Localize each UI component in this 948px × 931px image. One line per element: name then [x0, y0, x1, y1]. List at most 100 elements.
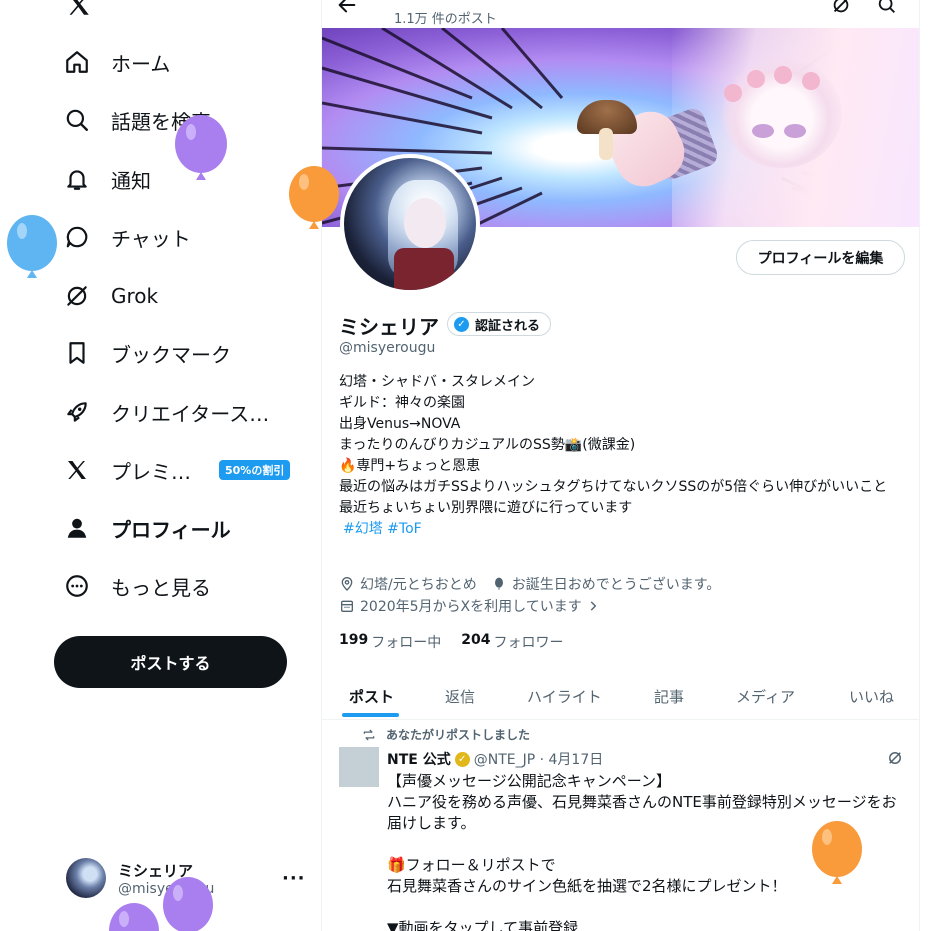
nav-more[interactable]: もっと見る: [62, 566, 211, 606]
verified-badge[interactable]: ✓ 認証される: [447, 312, 552, 336]
grok-icon: [62, 281, 92, 311]
more-circle-icon: [62, 571, 92, 601]
tweet-line: 【声優メッセージ公開記念キャンペーン】: [387, 772, 671, 790]
profile-joined: 2020年5月からXを利用しています: [360, 599, 582, 615]
location-pin-icon: [341, 577, 353, 591]
profile-handle: @misyerougu: [339, 340, 436, 356]
followers-count[interactable]: 204: [461, 632, 490, 652]
gold-verified-icon: ✓: [454, 751, 470, 767]
profile-header-bar: 1.1万 件のポスト: [322, 0, 919, 28]
nav-home[interactable]: ホーム: [62, 42, 170, 82]
repost-icon: [363, 729, 375, 740]
back-arrow-icon[interactable]: [336, 0, 358, 16]
blue-balloon: [7, 215, 57, 278]
grok-analyze-icon[interactable]: [830, 0, 852, 16]
tab-replies[interactable]: 返信: [445, 672, 475, 720]
profile-meta-row: 幻塔/元とちおとめ お誕生日おめでとうございます。: [339, 574, 724, 594]
avatar-face: [404, 198, 446, 248]
profile-tabs: ポスト 返信 ハイライト 記事 メディア いいね: [322, 672, 919, 720]
bio-line: 幻塔・シャドバ・スタレメイン: [339, 374, 535, 390]
mushroom-stem: [599, 128, 613, 160]
chevron-right-icon: [590, 601, 597, 611]
tweet-author-avatar[interactable]: [339, 747, 379, 787]
tweet-header: NTE 公式 ✓ @NTE_JP · 4月17日: [387, 749, 603, 769]
profile-column: 1.1万 件のポスト プロフィールを編集 ミシェリア ✓ 認証される @misy…: [321, 0, 920, 931]
banner-flower: [802, 72, 820, 90]
profile-birthday: お誕生日おめでとうございます。: [511, 577, 721, 593]
nav-notifications[interactable]: 通知: [62, 159, 151, 199]
bio-line: 出身Venus→NOVA: [339, 416, 461, 432]
nav-creator-studio-label: クリエイタース…: [111, 401, 270, 426]
orange-balloon: [812, 821, 862, 884]
nav-profile-label: プロフィール: [111, 517, 231, 542]
tweet-line: ▼動画をタップして事前登録: [387, 919, 579, 931]
rocket-icon: [62, 397, 92, 427]
tab-highlights[interactable]: ハイライト: [527, 672, 602, 720]
home-icon: [62, 47, 92, 77]
following-count[interactable]: 199: [339, 632, 368, 652]
bio-line: まったりのんびりカジュアルのSS勢📸(微課金): [339, 437, 636, 453]
chat-icon: [62, 222, 92, 252]
repost-note-text: あなたがリポストしました: [386, 728, 531, 742]
profile-location: 幻塔/元とちおとめ: [360, 577, 477, 593]
post-button[interactable]: ポストする: [54, 636, 287, 688]
person-icon: [62, 513, 92, 543]
purple-balloon: [109, 903, 159, 931]
x-logo-icon[interactable]: [66, 0, 92, 18]
x-icon: [62, 455, 92, 485]
bookmark-icon: [62, 338, 92, 368]
profile-bio: 幻塔・シャドバ・スタレメイン ギルド：神々の楽園 出身Venus→NOVA まっ…: [339, 372, 914, 540]
edit-profile-button[interactable]: プロフィールを編集: [736, 240, 905, 275]
repost-indicator: あなたがリポストしました: [362, 726, 530, 743]
nav-chat[interactable]: チャット: [62, 217, 191, 257]
banner-flower: [774, 66, 792, 84]
nav-chat-label: チャット: [111, 226, 191, 251]
account-more-icon[interactable]: ···: [282, 868, 306, 889]
nav-grok-label: Grok: [111, 284, 159, 308]
orange-balloon: [289, 166, 339, 229]
nav-premium[interactable]: プレミ…: [62, 450, 191, 490]
nav-home-label: ホーム: [111, 51, 171, 76]
banner-flower: [724, 84, 742, 102]
balloon-icon: [494, 577, 503, 590]
nav-grok[interactable]: Grok: [62, 276, 158, 316]
bio-line: 最近ちょいちょい別界隈に遊びに行っています: [339, 500, 633, 516]
avatar-dress: [394, 248, 454, 290]
banner-flower: [747, 70, 765, 88]
follow-stats: 199 フォロー中 204 フォロワー: [339, 632, 583, 652]
profile-avatar[interactable]: [340, 154, 480, 294]
nav-more-label: もっと見る: [111, 575, 211, 600]
verified-label: 認証される: [475, 318, 541, 334]
nav-premium-label: プレミ…: [111, 459, 191, 484]
nav-notifications-label: 通知: [111, 168, 151, 193]
tab-media[interactable]: メディア: [736, 672, 795, 720]
profile-joined-row[interactable]: 2020年5月からXを利用しています: [339, 596, 600, 616]
followers-label[interactable]: フォロワー: [493, 632, 563, 652]
bio-hashtags[interactable]: #幻塔 #ToF: [339, 519, 914, 540]
nav-bookmarks[interactable]: ブックマーク: [62, 333, 231, 373]
banner-character-eye: [784, 124, 806, 138]
nav-profile[interactable]: プロフィール: [62, 508, 231, 548]
calendar-icon: [341, 600, 353, 612]
verified-check-icon: ✓: [454, 316, 469, 332]
left-sidebar: ホーム 話題を検索 通知 チャット Grok ブックマーク クリエイタース… プ…: [0, 0, 321, 931]
bell-icon: [62, 164, 92, 194]
premium-discount-badge: 50%の割引: [219, 460, 291, 480]
bio-line: ギルド：神々の楽園: [339, 395, 465, 411]
tab-articles[interactable]: 記事: [654, 672, 684, 720]
purple-balloon: [175, 115, 227, 180]
search-icon[interactable]: [876, 0, 898, 16]
purple-balloon: [163, 877, 213, 931]
tweet-author-name[interactable]: NTE 公式: [387, 749, 451, 769]
grok-icon[interactable]: [886, 749, 904, 767]
bio-line: 最近の悩みはガチSSよりハッシュタグちけてないクソSSのが5倍ぐらい伸びがいいこ…: [339, 479, 888, 495]
following-label[interactable]: フォロー中: [371, 632, 441, 652]
banner-character-eye: [752, 124, 774, 138]
tweet-handle-date[interactable]: @NTE_JP · 4月17日: [474, 749, 604, 769]
search-icon: [62, 105, 92, 135]
nav-creator-studio[interactable]: クリエイタース…: [62, 392, 269, 432]
tab-likes[interactable]: いいね: [849, 672, 894, 720]
post-count: 1.1万 件のポスト: [394, 12, 497, 27]
account-avatar: [66, 858, 106, 898]
